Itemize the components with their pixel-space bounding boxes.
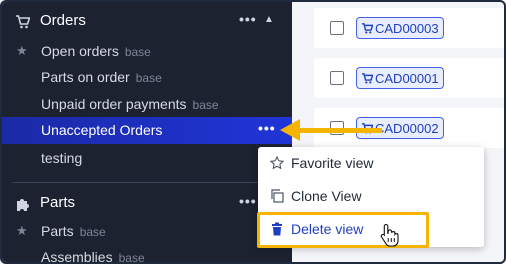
menu-item-label: Favorite view <box>291 155 374 171</box>
sidebar-item-parts-on-order[interactable]: Parts on order base <box>2 64 292 90</box>
parts-section-header[interactable]: Parts ••• <box>2 190 292 218</box>
annotation-arrow-head <box>280 119 300 141</box>
more-options-icon[interactable]: ••• <box>258 120 276 136</box>
puzzle-icon <box>17 199 29 211</box>
copy-icon <box>271 189 284 203</box>
sidebar-item-label: Open orders <box>41 43 119 59</box>
sidebar-item-label: testing <box>41 150 83 166</box>
sidebar-item-unaccepted-orders[interactable]: Unaccepted Orders ••• <box>2 117 292 144</box>
sidebar-item-assemblies[interactable]: Assemblies base <box>2 244 292 264</box>
orders-section-header[interactable]: Orders ••• ▲ <box>2 8 292 36</box>
star-icon: ★ <box>16 223 28 238</box>
sidebar-item-label: Unpaid order payments <box>41 96 187 112</box>
menu-item-clone-view[interactable]: Clone View <box>258 180 484 212</box>
orders-section-title: Orders <box>40 12 86 29</box>
order-code: CAD00002 <box>375 120 439 136</box>
sidebar-item-label: Assemblies <box>41 249 113 264</box>
base-badge: base <box>124 45 151 59</box>
base-badge: base <box>192 98 219 112</box>
more-options-icon[interactable]: ••• <box>239 11 257 27</box>
order-tag[interactable]: CAD00001 <box>356 67 444 89</box>
app-frame: Orders ••• ▲ ★ Open orders base Parts on … <box>0 0 506 264</box>
sidebar-item-testing[interactable]: testing <box>2 145 292 171</box>
collapse-caret-icon[interactable]: ▲ <box>264 14 274 25</box>
row-checkbox[interactable] <box>330 71 344 85</box>
more-options-icon[interactable]: ••• <box>239 193 257 209</box>
sidebar-item-parts[interactable]: ★ Parts base <box>2 218 292 244</box>
star-outline-icon <box>270 156 284 170</box>
menu-item-label: Clone View <box>291 188 362 204</box>
table-row[interactable]: CAD00001 <box>314 58 504 98</box>
row-checkbox[interactable] <box>330 21 344 35</box>
base-badge: base <box>135 71 162 85</box>
star-icon: ★ <box>16 43 28 58</box>
cart-icon <box>16 15 30 29</box>
base-badge: base <box>118 251 145 264</box>
parts-section-title: Parts <box>40 194 76 211</box>
sidebar: Orders ••• ▲ ★ Open orders base Parts on … <box>2 2 292 264</box>
hand-pointer-cursor-icon <box>380 223 399 247</box>
annotation-highlight-box <box>257 212 429 248</box>
table-row[interactable]: CAD00003 <box>314 8 504 48</box>
sidebar-item-label: Unaccepted Orders <box>41 122 163 138</box>
sidebar-item-open-orders[interactable]: ★ Open orders base <box>2 38 292 64</box>
order-tag[interactable]: CAD00003 <box>356 17 444 39</box>
sidebar-item-label: Parts on order <box>41 69 130 85</box>
sidebar-item-label: Parts <box>41 223 74 239</box>
menu-item-favorite-view[interactable]: Favorite view <box>258 147 484 179</box>
sidebar-item-unpaid-order-payments[interactable]: Unpaid order payments base <box>2 91 292 117</box>
cart-icon <box>362 72 373 84</box>
order-code: CAD00003 <box>375 20 439 36</box>
order-code: CAD00001 <box>375 70 439 86</box>
cart-icon <box>362 22 373 34</box>
annotation-arrow-line <box>298 128 382 133</box>
section-divider <box>12 182 284 183</box>
base-badge: base <box>79 225 106 239</box>
